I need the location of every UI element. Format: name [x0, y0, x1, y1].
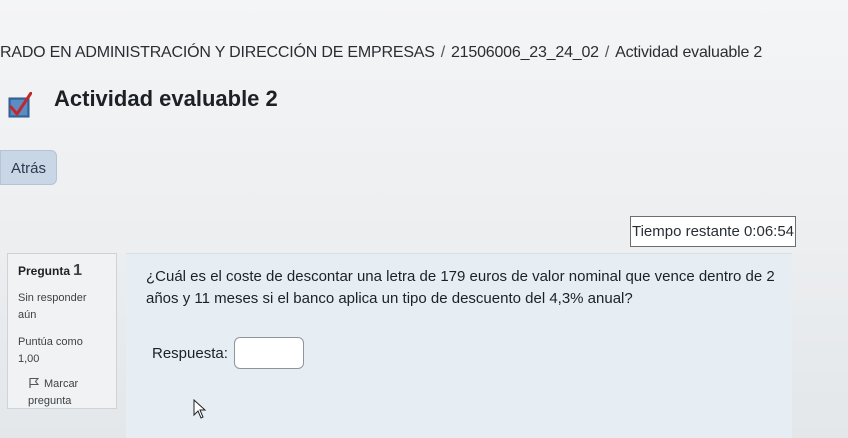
- time-remaining: Tiempo restante 0:06:54: [630, 216, 796, 247]
- breadcrumb: RADO EN ADMINISTRACIÓN Y DIRECCIÓN DE EM…: [0, 44, 762, 62]
- question-info-panel: Pregunta 1 Sin responder aún Puntúa como…: [7, 253, 117, 409]
- breadcrumb-course[interactable]: RADO EN ADMINISTRACIÓN Y DIRECCIÓN DE EM…: [0, 44, 435, 61]
- breadcrumb-separator: /: [440, 44, 445, 61]
- back-button[interactable]: Atrás: [0, 150, 57, 185]
- question-score: Puntúa como 1,00: [18, 336, 83, 365]
- answer-row: Respuesta:: [152, 337, 304, 369]
- question-number: Pregunta 1: [18, 262, 106, 280]
- question-text: ¿Cuál es el coste de descontar una letra…: [146, 268, 775, 307]
- question-status: Sin responder aún: [18, 292, 87, 321]
- breadcrumb-activity[interactable]: Actividad evaluable 2: [615, 44, 762, 61]
- breadcrumb-separator: /: [604, 44, 610, 61]
- question-content: ¿Cuál es el coste de descontar una letra…: [126, 253, 792, 438]
- flag-question-button[interactable]: Marcar pregunta: [18, 376, 106, 410]
- answer-label: Respuesta:: [152, 344, 228, 362]
- breadcrumb-section[interactable]: 21506006_23_24_02: [451, 44, 599, 61]
- question-number-value: 1: [73, 262, 82, 279]
- question-label: Pregunta: [18, 264, 71, 278]
- quiz-checkbox-icon: [8, 92, 32, 118]
- page-title: Actividad evaluable 2: [54, 86, 278, 111]
- page-header: Actividad evaluable 2: [8, 80, 278, 118]
- quiz-page: RADO EN ADMINISTRACIÓN Y DIRECCIÓN DE EM…: [0, 0, 848, 438]
- answer-input[interactable]: [233, 337, 304, 369]
- mouse-cursor-icon: [193, 399, 207, 419]
- flag-icon: [29, 378, 40, 388]
